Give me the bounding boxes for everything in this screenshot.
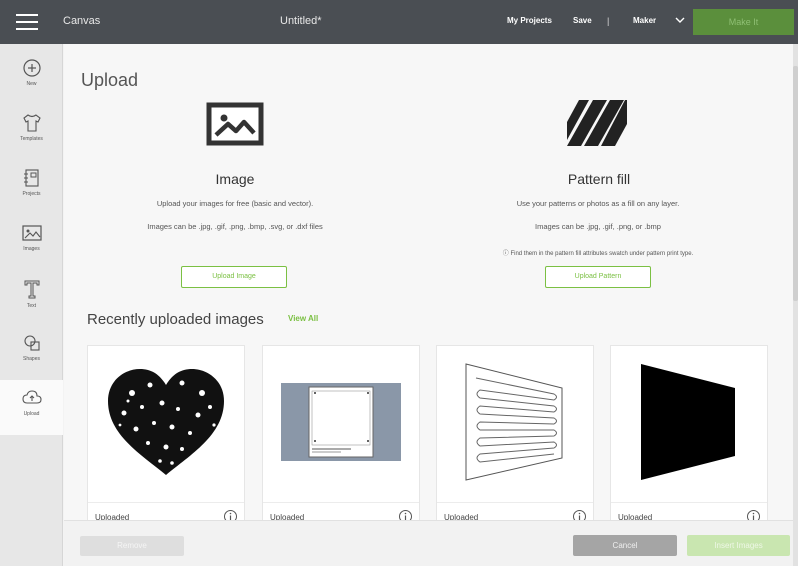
- pattern-option-description: Use your patterns or photos as a fill on…: [516, 199, 680, 208]
- chevron-down-icon[interactable]: [673, 13, 687, 27]
- app-name: Canvas: [63, 15, 101, 27]
- remove-button[interactable]: Remove: [80, 536, 184, 556]
- image-option-formats: Images can be .jpg, .gif, .png, .bmp, .s…: [147, 222, 323, 231]
- sidebar-item-text[interactable]: Text: [0, 270, 63, 325]
- sidebar-item-label: Shapes: [23, 356, 40, 362]
- recent-image-card[interactable]: Uploaded: [87, 345, 245, 530]
- screenshot-thumbnail: [281, 383, 401, 461]
- vertical-scrollbar[interactable]: [793, 44, 798, 566]
- sidebar-item-label: Text: [26, 303, 37, 309]
- upload-pattern-button[interactable]: Upload Pattern: [545, 266, 651, 288]
- shirt-icon: [22, 114, 41, 132]
- card-thumbnail: [611, 346, 767, 498]
- recent-image-card[interactable]: Uploaded: [262, 345, 420, 530]
- sidebar-item-images[interactable]: Images: [0, 215, 63, 270]
- sidebar-item-label: Images: [23, 246, 40, 252]
- text-icon: [24, 280, 39, 299]
- sidebar-item-projects[interactable]: Projects: [0, 160, 63, 215]
- sidebar-item-label: Projects: [22, 191, 41, 197]
- left-sidebar: New Templates Projects Images Text Shape…: [0, 44, 63, 566]
- top-bar: Canvas Untitled* My Projects Save | Make…: [0, 0, 798, 44]
- pattern-option-formats: Images can be .jpg, .gif, .png, or .bmp: [535, 222, 661, 231]
- image-icon: [21, 225, 42, 241]
- recent-image-card[interactable]: Uploaded: [436, 345, 594, 530]
- insert-images-button[interactable]: Insert Images: [687, 535, 790, 556]
- pattern-stripes-icon: [567, 100, 627, 146]
- image-option-title: Image: [215, 171, 255, 187]
- heart-collage-thumbnail: [108, 369, 224, 475]
- shapes-icon: [23, 335, 40, 351]
- document-title[interactable]: Untitled*: [280, 15, 322, 27]
- sidebar-item-label: Templates: [20, 136, 43, 142]
- notebook-icon: [23, 169, 39, 187]
- recent-uploads-heading: Recently uploaded images: [87, 311, 264, 328]
- sidebar-item-label: New: [26, 81, 37, 87]
- cancel-button[interactable]: Cancel: [573, 535, 677, 556]
- sidebar-item-label: Upload: [23, 411, 40, 417]
- upload-image-button[interactable]: Upload Image: [181, 266, 287, 288]
- hamburger-menu-icon[interactable]: [16, 14, 38, 30]
- sidebar-item-new[interactable]: New: [0, 50, 63, 105]
- image-option-description: Upload your images for free (basic and v…: [156, 199, 314, 208]
- save-link[interactable]: Save: [573, 16, 592, 25]
- topbar-separator: |: [607, 16, 610, 26]
- view-all-link[interactable]: View All: [288, 314, 318, 323]
- pattern-option-note: ⓘ Find them in the pattern fill attribut…: [502, 251, 694, 257]
- card-thumbnail: [88, 346, 244, 498]
- pattern-option-title: Pattern fill: [567, 171, 631, 187]
- upload-cloud-icon: [21, 390, 42, 404]
- sidebar-item-upload[interactable]: Upload: [0, 380, 63, 435]
- page-title: Upload: [81, 70, 139, 90]
- sidebar-item-templates[interactable]: Templates: [0, 105, 63, 160]
- card-thumbnail: [263, 346, 419, 498]
- image-upload-icon: [206, 102, 264, 146]
- scrollbar-thumb[interactable]: [793, 66, 798, 301]
- card-thumbnail: [437, 346, 593, 498]
- make-it-button[interactable]: Make It: [693, 9, 794, 35]
- black-trapezoid-thumbnail: [641, 364, 735, 480]
- my-projects-link[interactable]: My Projects: [507, 16, 552, 25]
- machine-selector[interactable]: Maker: [633, 16, 656, 25]
- plus-circle-icon: [22, 59, 41, 77]
- recent-image-card[interactable]: Uploaded: [610, 345, 768, 530]
- serpentine-lines-thumbnail: [465, 363, 563, 481]
- sidebar-item-shapes[interactable]: Shapes: [0, 325, 63, 380]
